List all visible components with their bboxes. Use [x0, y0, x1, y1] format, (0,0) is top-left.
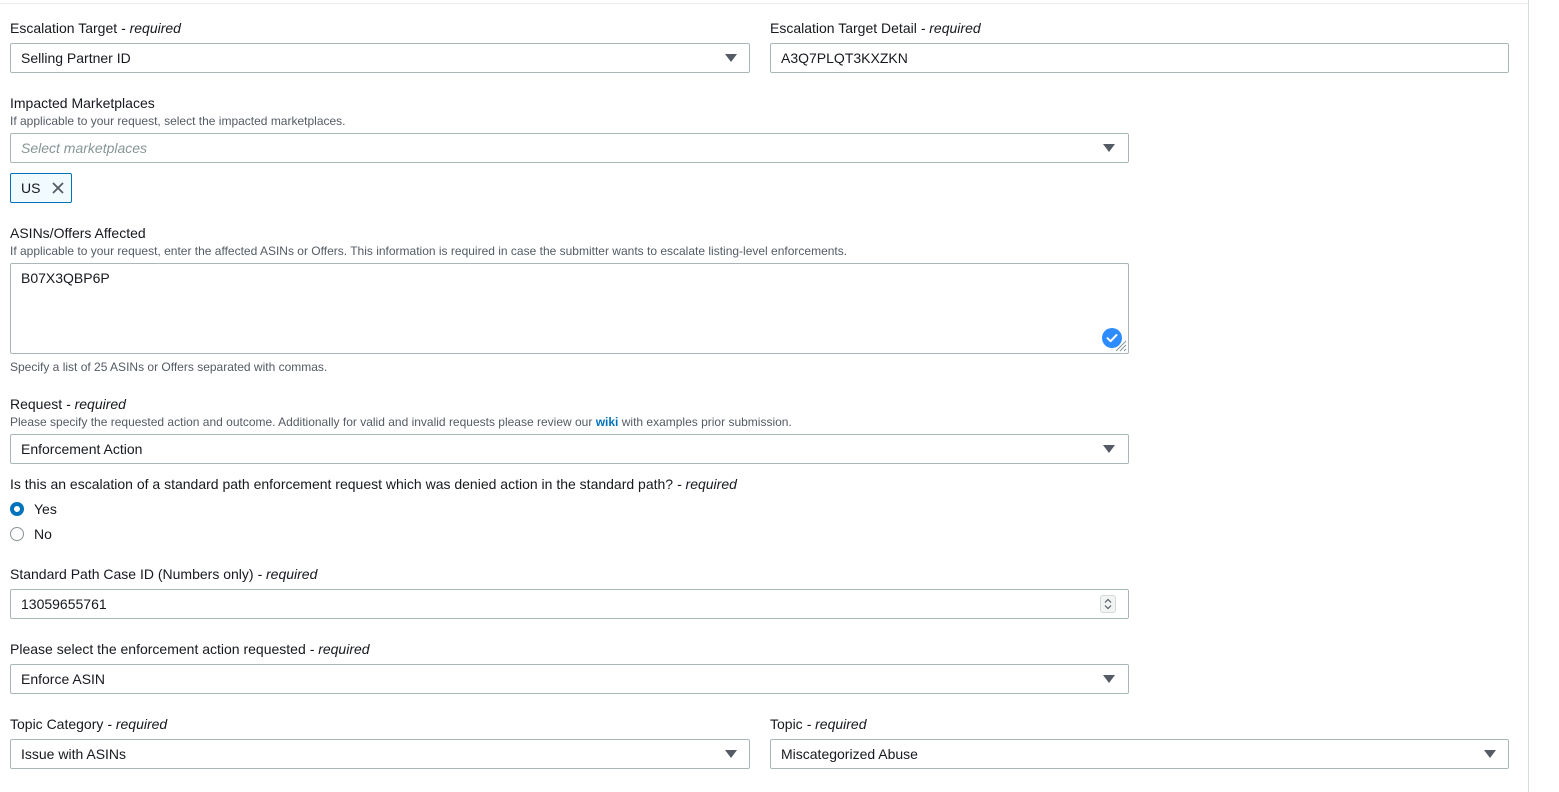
request-hint: Please specify the requested action and … — [10, 414, 792, 430]
topic-value: Miscategorized Abuse — [781, 746, 918, 762]
stepper-arrows-icon — [1104, 598, 1112, 610]
escalation-target-detail-input[interactable]: A3Q7PLQT3KXZKN — [770, 43, 1509, 73]
impacted-marketplaces-hint: If applicable to your request, select th… — [10, 114, 346, 128]
escalation-question-label: Is this an escalation of a standard path… — [10, 475, 737, 493]
radio-no-label[interactable]: No — [34, 525, 52, 543]
topic-select[interactable]: Miscategorized Abuse — [770, 739, 1509, 769]
top-divider — [0, 3, 1528, 4]
scrollbar-track[interactable] — [1528, 0, 1529, 792]
topic-label: Topic - required — [770, 715, 867, 733]
radio-yes[interactable] — [10, 502, 24, 516]
number-stepper[interactable] — [1100, 595, 1116, 613]
enforcement-action-value: Enforce ASIN — [21, 671, 106, 687]
required-marker: - required — [309, 641, 370, 657]
required-marker: - required — [107, 716, 168, 732]
caret-down-icon — [1103, 144, 1115, 152]
caret-down-icon — [725, 750, 737, 758]
topic-category-select[interactable]: Issue with ASINs — [10, 739, 750, 769]
request-hint-text-after: with examples prior submission. — [621, 415, 792, 429]
asins-constraint: Specify a list of 25 ASINs or Offers sep… — [10, 360, 328, 374]
marketplace-token-label: US — [21, 180, 41, 196]
marketplaces-multiselect[interactable]: Select marketplaces — [10, 133, 1129, 163]
request-label: Request - required — [10, 395, 126, 413]
required-marker: - required — [121, 20, 181, 36]
required-marker: - required — [920, 20, 981, 36]
escalation-target-value: Selling Partner ID — [21, 50, 131, 66]
caret-down-icon — [1103, 675, 1115, 683]
asins-textarea[interactable]: B07X3QBP6P — [10, 263, 1129, 354]
topic-category-value: Issue with ASINs — [21, 746, 127, 762]
caret-down-icon — [1484, 750, 1496, 758]
escalation-target-select[interactable]: Selling Partner ID — [10, 43, 750, 73]
request-hint-text: Please specify the requested action and … — [10, 415, 593, 429]
asins-label: ASINs/Offers Affected — [10, 225, 146, 241]
escalation-target-detail-label: Escalation Target Detail - required — [770, 19, 981, 37]
required-marker: - required — [66, 396, 126, 412]
escalation-target-detail-value: A3Q7PLQT3KXZKN — [781, 50, 908, 66]
enforcement-action-label-text: Please select the enforcement action req… — [10, 641, 306, 657]
caret-down-icon — [725, 54, 737, 62]
asins-hint: If applicable to your request, enter the… — [10, 244, 848, 258]
resize-handle-icon[interactable] — [1113, 338, 1127, 352]
required-marker: - required — [257, 566, 318, 582]
escalation-question-text: Is this an escalation of a standard path… — [10, 476, 674, 492]
caret-down-icon — [1103, 445, 1115, 453]
required-marker: - required — [806, 716, 867, 732]
marketplace-token-us: US — [10, 173, 72, 203]
impacted-marketplaces-label: Impacted Marketplaces — [10, 95, 155, 111]
required-marker: - required — [676, 476, 737, 492]
escalation-target-detail-label-text: Escalation Target Detail — [770, 20, 917, 36]
request-label-text: Request — [10, 396, 63, 412]
escalation-target-label-text: Escalation Target — [10, 20, 118, 36]
enforcement-action-label: Please select the enforcement action req… — [10, 640, 370, 658]
marketplaces-placeholder: Select marketplaces — [21, 140, 148, 156]
radio-yes-label[interactable]: Yes — [34, 500, 57, 518]
escalation-target-label: Escalation Target - required — [10, 19, 181, 37]
close-icon[interactable] — [51, 181, 65, 195]
request-value: Enforcement Action — [21, 441, 143, 457]
request-select[interactable]: Enforcement Action — [10, 434, 1129, 464]
case-id-number-input[interactable]: 13059655761 — [10, 589, 1129, 619]
case-id-label: Standard Path Case ID (Numbers only) - r… — [10, 565, 317, 583]
topic-label-text: Topic — [770, 716, 803, 732]
wiki-link[interactable]: wiki — [596, 415, 619, 429]
enforcement-action-select[interactable]: Enforce ASIN — [10, 664, 1129, 694]
topic-category-label-text: Topic Category — [10, 716, 104, 732]
radio-no[interactable] — [10, 527, 24, 541]
case-id-value: 13059655761 — [21, 596, 107, 612]
case-id-label-text: Standard Path Case ID (Numbers only) — [10, 566, 254, 582]
topic-category-label: Topic Category - required — [10, 715, 167, 733]
